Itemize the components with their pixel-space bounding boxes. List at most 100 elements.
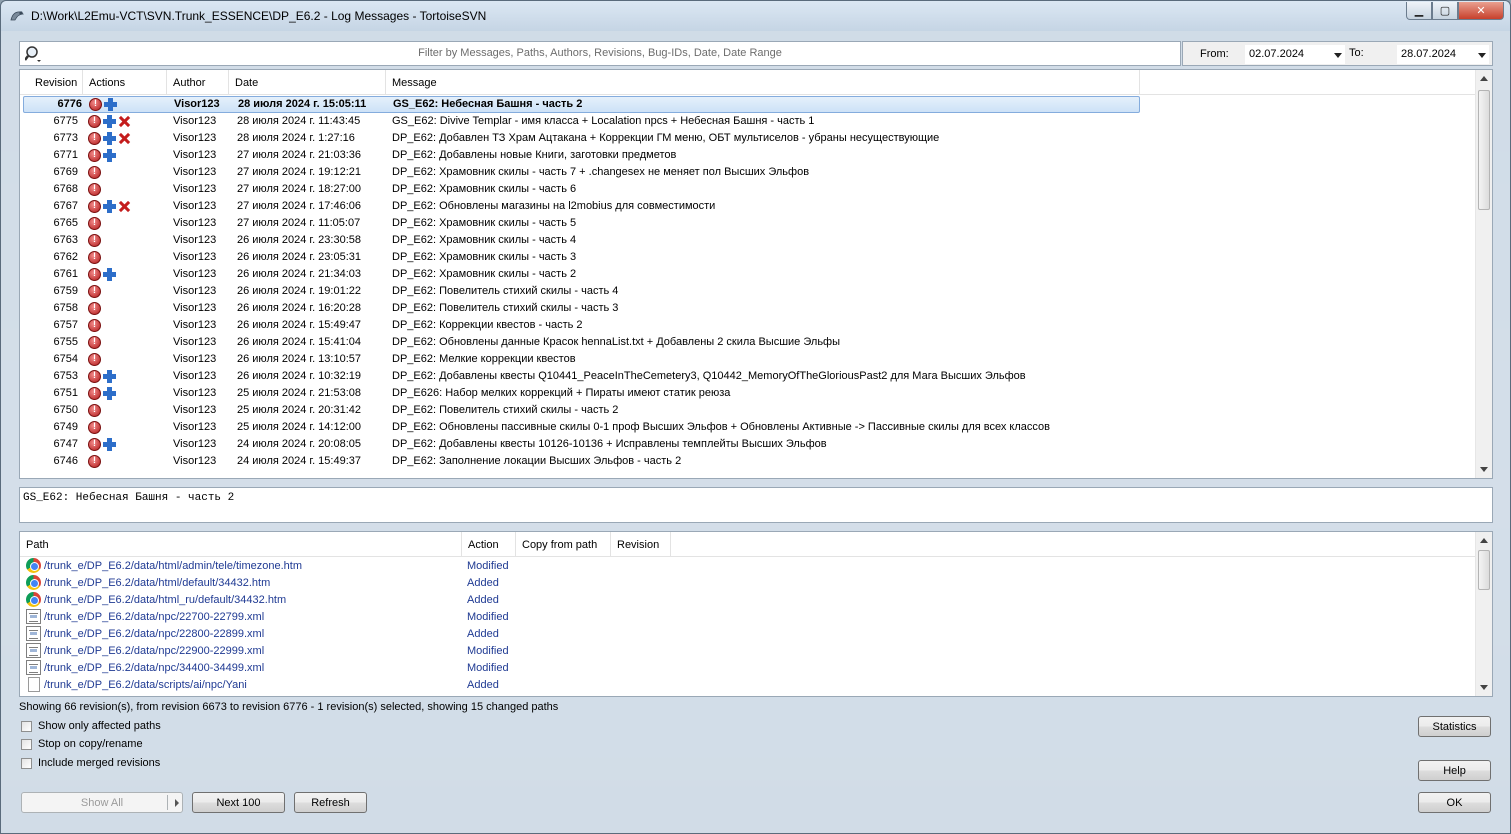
added-icon [103,132,116,145]
col-action[interactable]: Action [462,532,516,557]
revision-row[interactable]: 6757 Visor123 26 июля 2024 г. 15:49:47 DP_E… [20,317,1474,334]
changed-path-row[interactable]: /trunk_e/DP_E6.2/data/npc/22700-22799.xm… [20,608,1474,625]
scroll-thumb[interactable] [1478,550,1490,590]
status-text: Showing 66 revision(s), from revision 66… [19,701,559,713]
action-icons [88,353,168,366]
revision-list[interactable]: Revision Actions Author Date Message 677… [19,69,1493,479]
close-button[interactable]: ✕ [1458,2,1504,20]
show-all-button[interactable]: Show All [21,792,183,813]
col-path[interactable]: Path [20,532,462,557]
help-button[interactable]: Help [1418,760,1491,781]
revision-row[interactable]: 6758 Visor123 26 июля 2024 г. 16:20:28 DP_E… [20,300,1474,317]
scroll-up-icon[interactable] [1480,538,1488,543]
col-actions[interactable]: Actions [83,70,167,95]
action-icons [88,302,168,315]
modified-icon [88,115,101,128]
revision-row[interactable]: 6750 Visor123 25 июля 2024 г. 20:31:42 DP_E… [20,402,1474,419]
revision-row[interactable]: 6765 Visor123 27 июля 2024 г. 11:05:07 DP_E… [20,215,1474,232]
revision-message: DP_E62: Повелитель стихий скилы - часть … [392,302,619,314]
col-path-revision[interactable]: Revision [611,532,671,557]
col-date[interactable]: Date [229,70,386,95]
checkbox-box[interactable] [21,738,32,750]
revision-message: DP_E62: Обновлены пассивные скилы 0-1 пр… [392,421,1050,433]
scroll-down-icon[interactable] [1480,685,1488,690]
revision-row[interactable]: 6771 Visor123 27 июля 2024 г. 21:03:36 DP_E… [20,147,1474,164]
changed-path-row[interactable]: /trunk_e/DP_E6.2/data/npc/34400-34499.xm… [20,659,1474,676]
action-icons [88,285,168,298]
action-icons [89,98,169,111]
scroll-up-icon[interactable] [1480,76,1488,81]
revision-row[interactable]: 6768 Visor123 27 июля 2024 г. 18:27:00 DP_E… [20,181,1474,198]
refresh-button[interactable]: Refresh [294,792,367,813]
revision-message: GS_E62: Divive Templar - имя класса + Lo… [392,115,815,127]
revision-author: Visor123 [173,268,217,280]
revision-row[interactable]: 6761 Visor123 26 июля 2024 г. 21:34:03 DP_E… [20,266,1474,283]
maximize-button[interactable]: ▢ [1432,2,1458,20]
log-message-box[interactable]: GS_E62: Небесная Башня - часть 2 [19,487,1493,523]
added-icon [103,387,116,400]
changed-path-row[interactable]: /trunk_e/DP_E6.2/data/npc/22900-22999.xm… [20,642,1474,659]
revision-date: 25 июля 2024 г. 21:53:08 [237,387,362,399]
checkbox-box[interactable] [21,720,32,732]
revision-row[interactable]: 6755 Visor123 26 июля 2024 г. 15:41:04 DP_E… [20,334,1474,351]
revision-author: Visor123 [173,455,217,467]
revision-row[interactable]: 6747 Visor123 24 июля 2024 г. 20:08:05 DP_E… [20,436,1474,453]
to-label: To: [1349,47,1364,59]
changed-path-row[interactable]: /trunk_e/DP_E6.2/data/npc/22800-22899.xm… [20,625,1474,642]
filter-input[interactable]: Filter by Messages, Paths, Authors, Revi… [19,41,1181,66]
ok-button[interactable]: OK [1418,792,1491,813]
stop-on-copy-checkbox[interactable]: Stop on copy/rename [21,738,143,750]
revision-row[interactable]: 6775 Visor123 28 июля 2024 г. 11:43:45 GS_E… [20,113,1474,130]
col-copy-from-path[interactable]: Copy from path [516,532,611,557]
to-date-picker[interactable]: 28.07.2024 [1397,45,1489,64]
revision-row[interactable]: 6769 Visor123 27 июля 2024 г. 19:12:21 DP_E… [20,164,1474,181]
statistics-button[interactable]: Statistics [1418,716,1491,737]
revision-number: 6761 [53,268,78,280]
chevron-right-icon[interactable] [175,799,179,807]
modified-icon [88,183,101,196]
minimize-button[interactable]: ▁ [1406,2,1432,20]
revision-list-scrollbar[interactable] [1475,70,1492,478]
changed-paths-scrollbar[interactable] [1475,532,1492,696]
revision-date: 28 июля 2024 г. 11:43:45 [237,115,361,127]
revision-row[interactable]: 6776 Visor123 28 июля 2024 г. 15:05:11 GS_E… [23,96,1140,113]
changed-path-row[interactable]: /trunk_e/DP_E6.2/data/html/default/34432… [20,574,1474,591]
revision-author: Visor123 [173,115,217,127]
revision-row[interactable]: 6773 Visor123 28 июля 2024 г. 1:27:16 DP_E6… [20,130,1474,147]
date-range: From: 02.07.2024 To: 28.07.2024 [1182,41,1493,66]
modified-icon [88,353,101,366]
next-100-button[interactable]: Next 100 [192,792,285,813]
added-icon [103,438,116,451]
revision-row[interactable]: 6759 Visor123 26 июля 2024 г. 19:01:22 DP_E… [20,283,1474,300]
col-message[interactable]: Message [386,70,1140,95]
revision-row[interactable]: 6762 Visor123 26 июля 2024 г. 23:05:31 DP_E… [20,249,1474,266]
changed-path-row[interactable]: /trunk_e/DP_E6.2/data/html/admin/tele/ti… [20,557,1474,574]
changed-path-row[interactable]: /trunk_e/DP_E6.2/data/html_ru/default/34… [20,591,1474,608]
revision-row[interactable]: 6753 Visor123 26 июля 2024 г. 10:32:19 DP_E… [20,368,1474,385]
scroll-thumb[interactable] [1478,90,1490,210]
revision-number: 6753 [53,370,78,382]
changed-paths-list[interactable]: Path Action Copy from path Revision /tru… [19,531,1493,697]
include-merged-checkbox[interactable]: Include merged revisions [21,757,160,769]
checkbox-label: Include merged revisions [38,757,161,769]
col-author[interactable]: Author [167,70,229,95]
refresh-label: Refresh [311,797,350,809]
title-bar[interactable]: D:\Work\L2Emu-VCT\SVN.Trunk_ESSENCE\DP_E… [1,1,1510,31]
revision-message: DP_E62: Храмовник скилы - часть 3 [392,251,577,263]
changed-path-row[interactable]: /trunk_e/DP_E6.2/data/scripts/ai/npc/Yan… [20,676,1474,693]
revision-row[interactable]: 6746 Visor123 24 июля 2024 г. 15:49:37 DP_E… [20,453,1474,470]
revision-row[interactable]: 6749 Visor123 25 июля 2024 г. 14:12:00 DP_E… [20,419,1474,436]
revision-row[interactable]: 6751 Visor123 25 июля 2024 г. 21:53:08 DP_E… [20,385,1474,402]
revision-row[interactable]: 6767 Visor123 27 июля 2024 г. 17:46:06 DP_E… [20,198,1474,215]
path-text: /trunk_e/DP_E6.2/data/npc/22800-22899.xm… [44,628,265,640]
from-date-picker[interactable]: 02.07.2024 [1245,45,1345,64]
path-text: /trunk_e/DP_E6.2/data/html_ru/default/34… [44,594,287,606]
action-icons [88,404,168,417]
deleted-icon [118,115,131,128]
revision-row[interactable]: 6754 Visor123 26 июля 2024 г. 13:10:57 DP_E… [20,351,1474,368]
checkbox-box[interactable] [21,757,32,769]
scroll-down-icon[interactable] [1480,467,1488,472]
show-affected-paths-checkbox[interactable]: Show only affected paths [21,720,161,732]
col-revision[interactable]: Revision [20,70,83,95]
revision-row[interactable]: 6763 Visor123 26 июля 2024 г. 23:30:58 DP_E… [20,232,1474,249]
